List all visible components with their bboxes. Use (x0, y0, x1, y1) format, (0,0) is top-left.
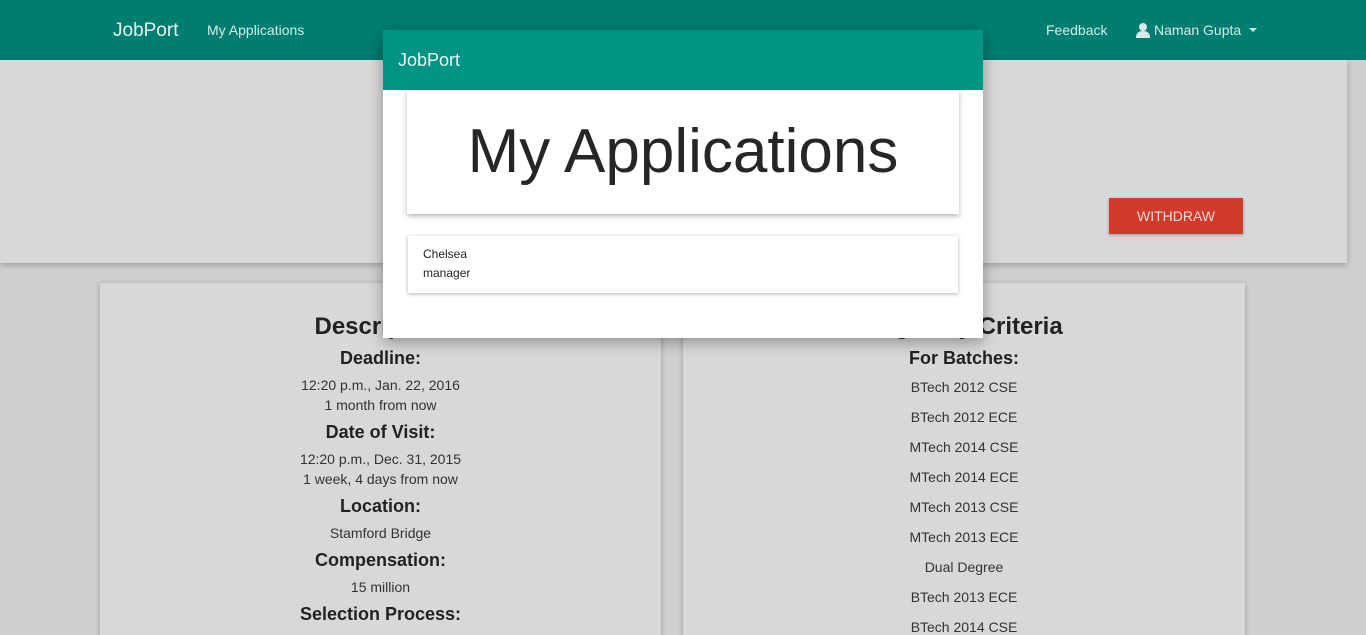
compensation-value: 15 million (350, 579, 411, 595)
batch-item: BTech 2013 ECE (910, 589, 1018, 605)
application-card[interactable]: Chelsea manager (408, 236, 958, 293)
selection-label: Selection Process: (299, 604, 462, 624)
application-company: Chelsea (423, 247, 468, 261)
batch-item: MTech 2014 ECE (909, 469, 1019, 485)
batch-item: MTech 2013 ECE (909, 529, 1019, 545)
nav-feedback[interactable]: Feedback (1046, 22, 1107, 38)
batch-list: BTech 2012 CSE BTech 2012 ECE MTech 2014… (683, 377, 1245, 635)
brand-link[interactable]: JobPort (113, 20, 178, 42)
modal-brand[interactable]: JobPort (398, 50, 460, 70)
user-menu[interactable]: Naman Gupta (1136, 22, 1258, 38)
modal-header: JobPort (383, 30, 983, 90)
batch-item: BTech 2014 CSE (910, 619, 1018, 635)
location-label: Location: (340, 496, 421, 516)
deadline-value: 12:20 p.m., Jan. 22, 2016 (301, 377, 460, 393)
visit-label: Date of Visit: (325, 422, 436, 442)
deadline-relative: 1 month from now (324, 397, 437, 413)
my-applications-modal: JobPort My Applications Chelsea manager (383, 30, 983, 338)
nav-my-applications[interactable]: My Applications (207, 22, 304, 38)
modal-title-card: My Applications (407, 90, 959, 214)
deadline-label: Deadline: (339, 348, 422, 368)
batch-item: BTech 2012 ECE (910, 409, 1018, 425)
application-role: manager (423, 266, 471, 280)
caret-down-icon (1249, 28, 1258, 32)
batch-item: MTech 2013 CSE (909, 499, 1019, 515)
modal-title: My Applications (467, 117, 899, 186)
user-icon (1136, 22, 1150, 38)
batch-item: MTech 2014 CSE (909, 439, 1019, 455)
location-value: Stamford Bridge (329, 525, 432, 541)
batch-item: Dual Degree (924, 559, 1004, 575)
visit-value: 12:20 p.m., Dec. 31, 2015 (299, 451, 462, 467)
withdraw-button[interactable]: WITHDRAW (1109, 198, 1243, 234)
user-name: Naman Gupta (1154, 22, 1242, 38)
visit-relative: 1 week, 4 days from now (303, 471, 458, 487)
batches-label: For Batches: (908, 348, 1020, 368)
compensation-label: Compensation: (314, 550, 446, 570)
batch-item: BTech 2012 CSE (910, 379, 1018, 395)
